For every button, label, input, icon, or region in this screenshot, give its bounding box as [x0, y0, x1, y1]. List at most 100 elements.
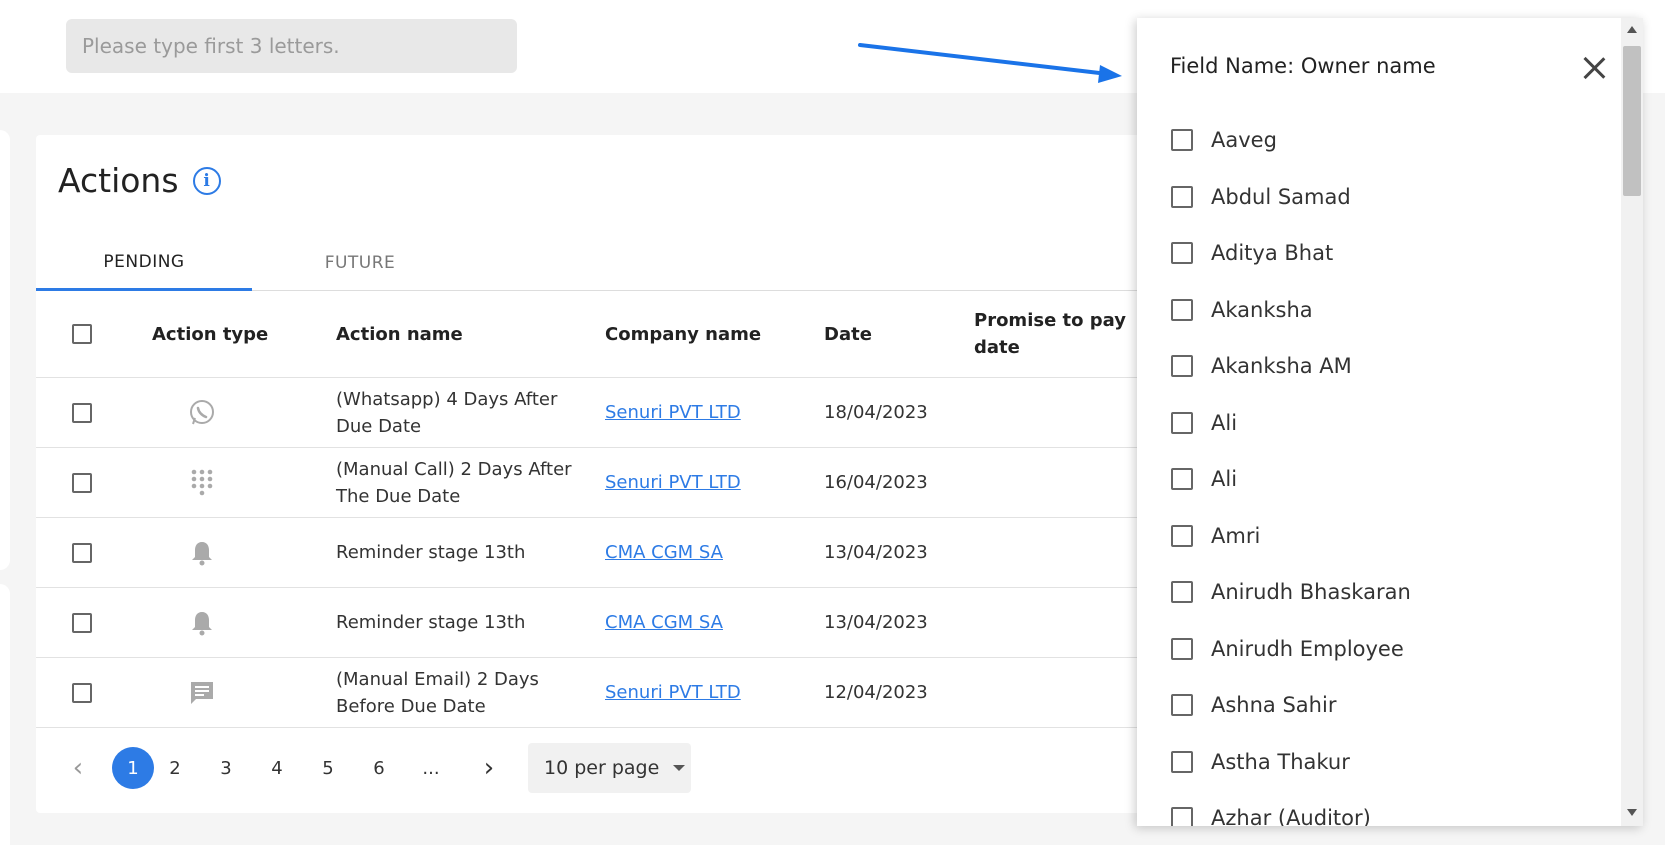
pagination: ‹ 1 2 3 4 5 6 ... › 10 per page: [36, 723, 1216, 813]
owner-checkbox[interactable]: [1171, 355, 1193, 378]
owner-checkbox[interactable]: [1171, 129, 1193, 152]
row-checkbox[interactable]: [72, 682, 92, 703]
owner-checkbox[interactable]: [1171, 468, 1193, 491]
owner-option[interactable]: Akanksha: [1171, 282, 1611, 339]
owner-checkbox[interactable]: [1171, 411, 1193, 434]
info-icon[interactable]: i: [192, 166, 221, 195]
owner-option[interactable]: Anirudh Bhaskaran: [1171, 564, 1611, 621]
owner-checkbox[interactable]: [1171, 298, 1193, 321]
scroll-up-icon[interactable]: [1627, 26, 1637, 33]
row-checkbox[interactable]: [72, 542, 92, 563]
owner-option[interactable]: Akanksha AM: [1171, 338, 1611, 395]
page-4-button[interactable]: 4: [266, 747, 288, 789]
owner-checkbox[interactable]: [1171, 807, 1193, 826]
header-action-type[interactable]: Action type: [152, 291, 302, 377]
header-promise-to-pay-date[interactable]: Promise to pay date: [974, 291, 1144, 377]
action-date: 18/04/2023: [824, 402, 928, 423]
action-date: 12/04/2023: [824, 682, 928, 703]
owner-option[interactable]: Abdul Samad: [1171, 169, 1611, 226]
table-row[interactable]: (Whatsapp) 4 Days After Due Date Senuri …: [36, 378, 1216, 448]
table-row[interactable]: Reminder stage 13th CMA CGM SA 13/04/202…: [36, 518, 1216, 588]
tabs: PENDING FUTURE: [36, 235, 1216, 291]
caret-down-icon: [673, 765, 686, 771]
table-header-row: Action type Action name Company name Dat…: [36, 291, 1216, 378]
card-title-row: Actions i: [58, 161, 221, 200]
company-link[interactable]: Senuri PVT LTD: [605, 399, 741, 426]
per-page-select[interactable]: 10 per page: [528, 743, 691, 793]
owner-option[interactable]: Amri: [1171, 508, 1611, 565]
header-action-name[interactable]: Action name: [336, 291, 576, 377]
page-5-button[interactable]: 5: [317, 747, 339, 789]
owner-filter-panel: Field Name: Owner name Aaveg Abdul Samad…: [1137, 18, 1643, 826]
page-6-button[interactable]: 6: [368, 747, 390, 789]
left-card-edge-lower: [0, 584, 10, 845]
message-icon: [188, 679, 216, 707]
owner-label: Anirudh Employee: [1211, 636, 1404, 661]
tab-future[interactable]: FUTURE: [252, 235, 468, 291]
owner-option[interactable]: Azhar (Auditor): [1171, 790, 1611, 826]
owner-label: Aaveg: [1211, 128, 1277, 153]
scroll-thumb[interactable]: [1623, 46, 1641, 196]
page-ellipsis[interactable]: ...: [416, 747, 446, 789]
scroll-down-icon[interactable]: [1627, 809, 1637, 816]
owner-list: Aaveg Abdul Samad Aditya Bhat Akanksha A…: [1171, 112, 1611, 826]
owner-option[interactable]: Aaveg: [1171, 112, 1611, 169]
row-checkbox[interactable]: [72, 612, 92, 633]
owner-option[interactable]: Ali: [1171, 395, 1611, 452]
row-checkbox[interactable]: [72, 472, 92, 493]
page-1-button[interactable]: 1: [112, 747, 154, 789]
owner-checkbox[interactable]: [1171, 242, 1193, 265]
table-row[interactable]: (Manual Call) 2 Days After The Due Date …: [36, 448, 1216, 518]
owner-checkbox[interactable]: [1171, 524, 1193, 547]
owner-label: Astha Thakur: [1211, 749, 1350, 774]
prev-page-button[interactable]: ‹: [72, 747, 84, 789]
action-name: Reminder stage 13th: [336, 612, 526, 633]
panel-title: Field Name: Owner name: [1170, 54, 1436, 78]
page-3-button[interactable]: 3: [215, 747, 237, 789]
owner-label: Akanksha: [1211, 297, 1313, 322]
owner-option[interactable]: Anirudh Employee: [1171, 621, 1611, 678]
left-card-edge: [0, 130, 10, 570]
table-row[interactable]: Reminder stage 13th CMA CGM SA 13/04/202…: [36, 588, 1216, 658]
owner-checkbox[interactable]: [1171, 750, 1193, 773]
owner-checkbox[interactable]: [1171, 637, 1193, 660]
page-title: Actions: [58, 161, 179, 200]
header-company-name[interactable]: Company name: [605, 291, 805, 377]
panel-scrollbar[interactable]: [1621, 18, 1643, 826]
owner-label: Akanksha AM: [1211, 354, 1352, 379]
next-page-button[interactable]: ›: [482, 747, 496, 789]
owner-checkbox[interactable]: [1171, 694, 1193, 717]
company-link[interactable]: Senuri PVT LTD: [605, 469, 741, 496]
owner-label: Abdul Samad: [1211, 184, 1351, 209]
owner-label: Anirudh Bhaskaran: [1211, 580, 1411, 605]
action-name: (Whatsapp) 4 Days After Due Date: [336, 388, 558, 437]
owner-label: Aditya Bhat: [1211, 241, 1334, 266]
owner-label: Amri: [1211, 523, 1261, 548]
owner-option[interactable]: Ashna Sahir: [1171, 677, 1611, 734]
company-link[interactable]: CMA CGM SA: [605, 609, 723, 636]
whatsapp-icon: [188, 399, 216, 427]
actions-table: Action type Action name Company name Dat…: [36, 291, 1216, 728]
per-page-label: 10 per page: [544, 757, 660, 779]
owner-checkbox[interactable]: [1171, 185, 1193, 208]
company-link[interactable]: CMA CGM SA: [605, 539, 723, 566]
owner-label: Ali: [1211, 467, 1238, 492]
row-checkbox[interactable]: [72, 402, 92, 423]
owner-label: Azhar (Auditor): [1211, 806, 1371, 826]
close-icon[interactable]: [1582, 56, 1606, 80]
table-row[interactable]: (Manual Email) 2 Days Before Due Date Se…: [36, 658, 1216, 728]
owner-label: Ashna Sahir: [1211, 693, 1337, 718]
owner-checkbox[interactable]: [1171, 581, 1193, 604]
select-all-checkbox[interactable]: [72, 324, 92, 344]
company-link[interactable]: Senuri PVT LTD: [605, 679, 741, 706]
owner-option[interactable]: Astha Thakur: [1171, 734, 1611, 791]
owner-option[interactable]: Ali: [1171, 451, 1611, 508]
page-2-button[interactable]: 2: [164, 747, 186, 789]
tab-pending[interactable]: PENDING: [36, 235, 252, 291]
action-name: Reminder stage 13th: [336, 542, 526, 563]
owner-option[interactable]: Aditya Bhat: [1171, 225, 1611, 282]
dialpad-icon: [188, 469, 216, 497]
owner-label: Ali: [1211, 410, 1238, 435]
search-input[interactable]: [66, 19, 517, 73]
header-date[interactable]: Date: [824, 291, 872, 377]
